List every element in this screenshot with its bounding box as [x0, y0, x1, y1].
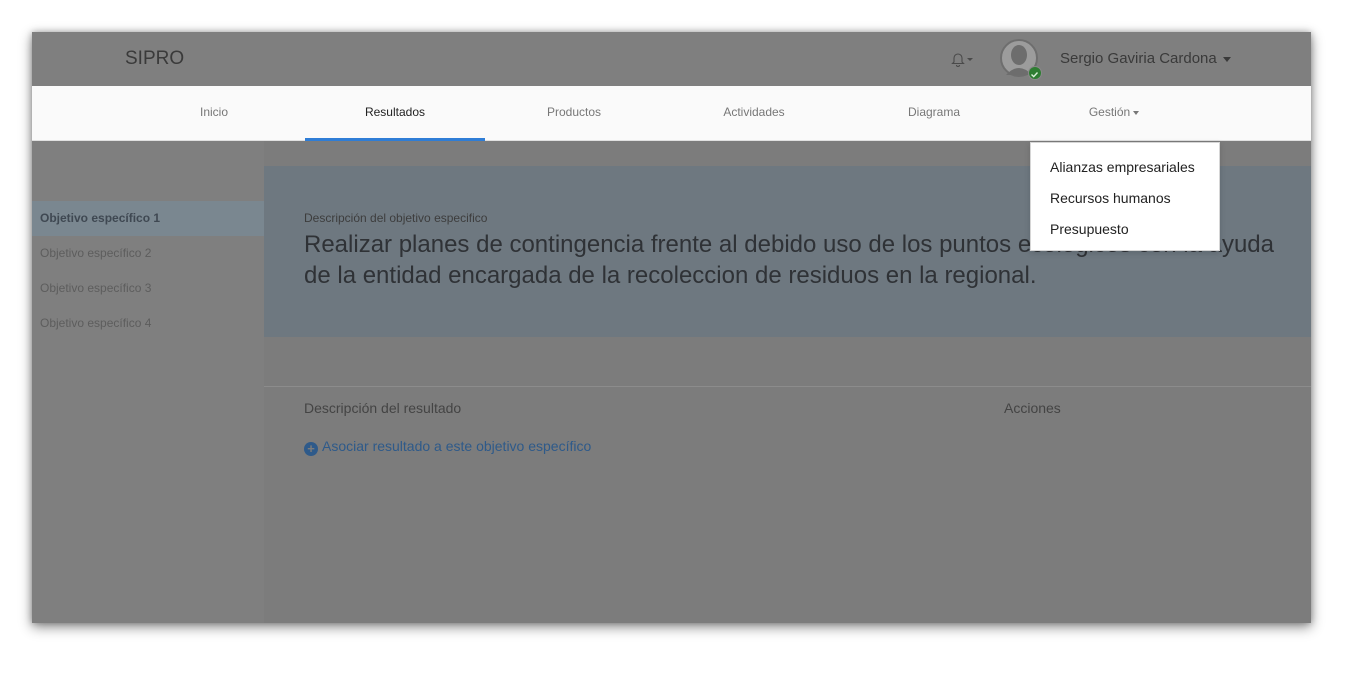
- notifications-button[interactable]: [950, 49, 974, 69]
- sidebar-item-objective-3[interactable]: Objetivo específico 3: [32, 271, 264, 306]
- results-column-actions: Acciones: [1004, 400, 1061, 416]
- divider: [264, 386, 1311, 387]
- bell-icon: [951, 53, 973, 67]
- menu-item-recursos-humanos[interactable]: Recursos humanos: [1031, 190, 1219, 221]
- results-column-description: Descripción del resultado: [304, 400, 462, 416]
- plus-circle-icon: +: [304, 442, 318, 456]
- tab-gestion-label: Gestión: [1088, 105, 1131, 119]
- tab-resultados[interactable]: Resultados: [305, 86, 485, 141]
- menu-item-presupuesto[interactable]: Presupuesto: [1031, 221, 1219, 252]
- tab-inicio[interactable]: Inicio: [124, 86, 304, 141]
- sidebar-item-objective-4[interactable]: Objetivo específico 4: [32, 306, 264, 341]
- objectives-sidebar: Objetivo específico 1 Objetivo específic…: [32, 141, 264, 623]
- app-window: SIPRO Sergio Gaviria Cardona Inicio Resu…: [32, 32, 1311, 623]
- online-status-icon: [1028, 66, 1042, 80]
- menu-item-alianzas[interactable]: Alianzas empresariales: [1031, 159, 1219, 190]
- gestion-dropdown-menu: Alianzas empresariales Recursos humanos …: [1030, 142, 1220, 251]
- main-nav: Inicio Resultados Productos Actividades …: [32, 86, 1311, 141]
- brand-logo[interactable]: SIPRO: [125, 48, 184, 70]
- tab-diagrama[interactable]: Diagrama: [844, 86, 1024, 141]
- chevron-down-icon: [1133, 110, 1140, 115]
- user-name: Sergio Gaviria Cardona: [1060, 50, 1217, 67]
- objective-label: Descripción del objetivo especifico: [304, 211, 488, 225]
- sidebar-item-objective-2[interactable]: Objetivo específico 2: [32, 236, 264, 271]
- tab-gestion[interactable]: Gestión: [1024, 86, 1204, 141]
- sidebar-item-objective-1[interactable]: Objetivo específico 1: [32, 201, 264, 236]
- top-bar: SIPRO Sergio Gaviria Cardona: [32, 32, 1311, 86]
- tab-productos[interactable]: Productos: [484, 86, 664, 141]
- tab-actividades[interactable]: Actividades: [664, 86, 844, 141]
- associate-result-label: Asociar resultado a este objetivo especí…: [322, 438, 592, 454]
- chevron-down-icon: [1222, 56, 1231, 62]
- avatar[interactable]: [1000, 39, 1042, 80]
- user-menu-toggle[interactable]: Sergio Gaviria Cardona: [1060, 50, 1231, 67]
- associate-result-link[interactable]: + Asociar resultado a este objetivo espec…: [304, 438, 591, 456]
